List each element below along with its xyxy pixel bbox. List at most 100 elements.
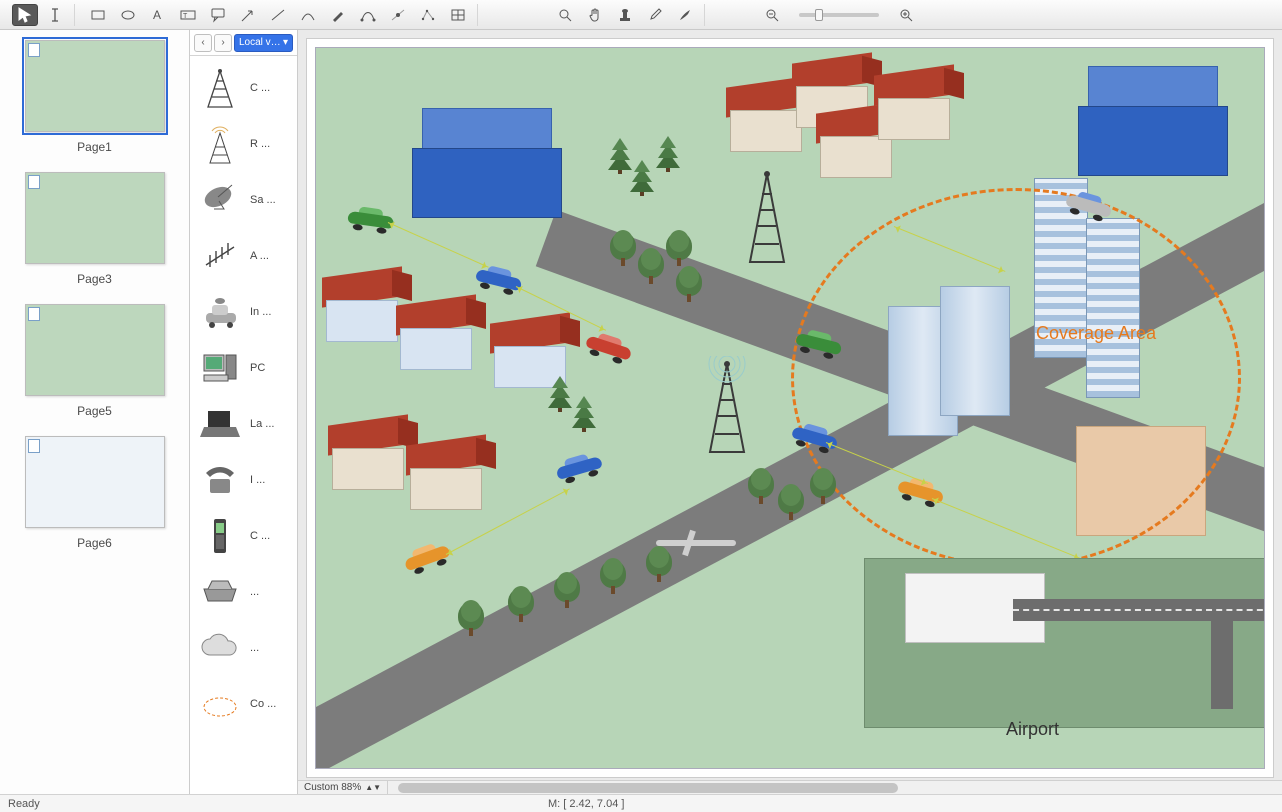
library-selector[interactable]: Local v… ▾ [234,34,293,52]
tree[interactable] [666,230,692,266]
page-thumb-label: Page6 [77,536,112,550]
house[interactable] [396,300,476,370]
cellphone-icon [196,514,244,558]
library-item-label: C ... [250,82,291,94]
cell-tower[interactable] [702,356,752,456]
library-item-sat-dish[interactable]: Sa ... [192,172,295,228]
page-thumb-label: Page1 [77,140,112,154]
pages-panel: Page1 Page3 Page5 Page6 [0,30,190,794]
status-bar: Ready M: [ 2.42, 7.04 ] [0,794,1282,812]
rectangle-tool[interactable] [85,4,111,26]
tree[interactable] [676,266,702,302]
library-item-cloud[interactable]: ... [192,620,295,676]
signal-link[interactable] [388,222,489,268]
tree[interactable] [748,468,774,504]
library-item-pc[interactable]: PC [192,340,295,396]
pan-tool[interactable] [582,4,608,26]
brush-tool[interactable] [672,4,698,26]
ellipse-tool[interactable] [115,4,141,26]
page-thumb[interactable]: Page1 [25,40,165,154]
arrow-tool[interactable] [235,4,261,26]
edit-shape-tool[interactable] [415,4,441,26]
cell-tower-icon [196,66,244,110]
pine-tree[interactable] [656,132,680,172]
zoom-in-button[interactable] [893,4,919,26]
canvas-area: Coverage Area [298,30,1282,794]
scrollbar-thumb[interactable] [398,783,898,793]
library-item-coverage[interactable]: Co ... [192,676,295,732]
add-point-tool[interactable] [385,4,411,26]
house[interactable] [328,420,408,490]
main-area: Page1 Page3 Page5 Page6 ‹ › Local v… ▾ [0,30,1282,794]
library-item-cellphone[interactable]: C ... [192,508,295,564]
zoom-level-label: Custom 88% [304,782,361,793]
table-tool[interactable] [445,4,471,26]
library-item-car-antenna[interactable]: In ... [192,284,295,340]
zoom-level-selector[interactable]: Custom 88% ▲▼ [298,781,388,794]
chevron-down-icon: ▾ [283,37,288,48]
house[interactable] [322,272,402,342]
tree[interactable] [778,484,804,520]
page-thumb[interactable]: Page5 [25,304,165,418]
canvas-footer-bar: Custom 88% ▲▼ [298,780,1282,794]
zoom-slider[interactable] [789,4,889,26]
horizontal-scrollbar[interactable] [388,781,1282,794]
tree[interactable] [600,558,626,594]
line-tool[interactable] [265,4,291,26]
airport-taxiway [1211,619,1233,709]
text-cursor-tool[interactable] [42,4,68,26]
zoom-tool[interactable] [552,4,578,26]
tree[interactable] [508,586,534,622]
page-thumb-label: Page5 [77,404,112,418]
library-item-label: La ... [250,418,291,430]
tree[interactable] [610,230,636,266]
cloud-icon [196,626,244,670]
stamp-tool[interactable] [612,4,638,26]
page-thumb[interactable]: Page6 [25,436,165,550]
library-item-radio-tower[interactable]: R ... [192,116,295,172]
page-thumb[interactable]: Page3 [25,172,165,286]
library-item-phone[interactable]: I ... [192,452,295,508]
car[interactable] [584,329,635,364]
library-item-label: I ... [250,474,291,486]
pc-icon [196,346,244,390]
library-item-antenna[interactable]: A ... [192,228,295,284]
pine-tree[interactable] [548,372,572,412]
eyedropper-tool[interactable] [642,4,668,26]
library-item-router[interactable]: ... [192,564,295,620]
coverage-icon [196,682,244,726]
pine-tree[interactable] [630,156,654,196]
pine-tree[interactable] [608,134,632,174]
pointer-tool[interactable] [12,4,38,26]
factory-building[interactable] [1078,66,1228,176]
library-back-button[interactable]: ‹ [194,34,212,52]
coverage-area[interactable] [791,188,1241,568]
text-tool[interactable]: A [145,4,171,26]
library-forward-button[interactable]: › [214,34,232,52]
diagram[interactable]: Coverage Area [315,47,1265,769]
curve-tool[interactable] [295,4,321,26]
connector-tool[interactable] [355,4,381,26]
airport[interactable] [864,558,1265,728]
coverage-area-label: Coverage Area [1036,323,1156,344]
factory-building[interactable] [412,108,562,218]
cell-tower[interactable] [742,166,792,266]
tree[interactable] [458,600,484,636]
tree[interactable] [638,248,664,284]
pine-tree[interactable] [572,392,596,432]
library-item-laptop[interactable]: La ... [192,396,295,452]
canvas-page[interactable]: Coverage Area [306,38,1274,778]
callout-tool[interactable] [205,4,231,26]
tree[interactable] [554,572,580,608]
textbox-tool[interactable]: T [175,4,201,26]
tree[interactable] [646,546,672,582]
car[interactable] [554,450,604,484]
tree[interactable] [810,468,836,504]
house[interactable] [874,70,954,140]
zoom-out-button[interactable] [759,4,785,26]
library-item-label: ... [250,586,291,598]
house[interactable] [406,440,486,510]
pen-tool[interactable] [325,4,351,26]
router-icon [196,570,244,614]
library-item-cell-tower[interactable]: C ... [192,60,295,116]
